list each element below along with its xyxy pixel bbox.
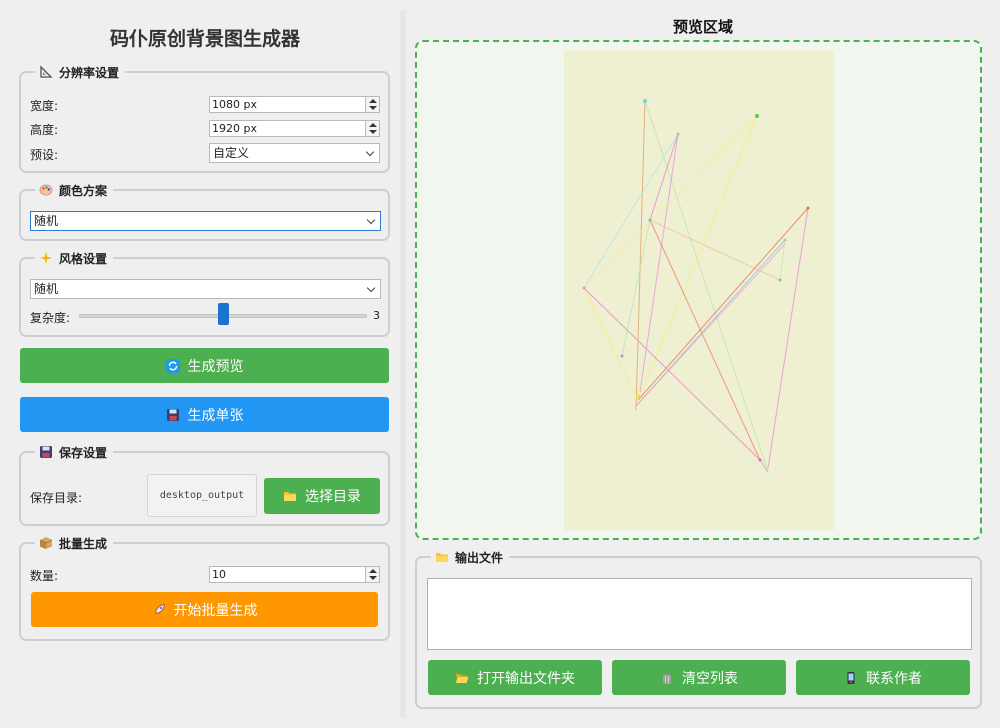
output-files-group-title: 输出文件 — [431, 548, 510, 566]
contact-author-button[interactable]: 联系作者 — [796, 660, 970, 695]
choose-dir-label: 选择目录 — [305, 489, 361, 505]
phone-icon — [847, 671, 855, 684]
refresh-icon — [165, 358, 180, 373]
save-dir-label: 保存目录: — [30, 491, 83, 505]
open-output-folder-label: 打开输出文件夹 — [477, 670, 575, 687]
save-settings-label: 保存设置 — [59, 445, 108, 460]
app-title: 码仆原创背景图生成器 — [109, 28, 300, 50]
start-batch-label: 开始批量生成 — [173, 602, 258, 619]
folder-icon — [436, 553, 448, 562]
batch-count-label: 数量: — [30, 569, 59, 583]
style-value: 随机 — [34, 282, 59, 296]
width-label: 宽度: — [30, 99, 59, 113]
contact-author-label: 联系作者 — [866, 670, 922, 687]
resolution-group-label: 分辨率设置 — [59, 65, 120, 80]
resolution-group: 分辨率设置 宽度: 1080 px 高度: 1920 px 预设: 自定义 — [19, 63, 390, 173]
triangle-ruler-icon — [40, 65, 53, 78]
palette-icon — [39, 184, 53, 196]
style-select[interactable]: 随机 — [30, 279, 381, 299]
complexity-value: 3 — [373, 309, 380, 322]
color-scheme-select[interactable]: 随机 — [30, 211, 381, 231]
trash-icon — [662, 672, 672, 684]
generate-single-label: 生成单张 — [187, 407, 244, 424]
rocket-icon — [153, 603, 165, 615]
color-scheme-label: 颜色方案 — [59, 183, 108, 198]
width-value: 1080 px — [212, 98, 257, 111]
package-icon — [39, 537, 53, 549]
height-value: 1920 px — [212, 122, 257, 135]
height-spinbox[interactable]: 1920 px — [209, 120, 380, 137]
save-dir-display: desktop_output — [147, 474, 257, 517]
output-files-group: 输出文件 打开输出文件夹 清空列表 联系作者 — [415, 548, 982, 709]
batch-count-value: 10 — [212, 568, 226, 581]
style-group: 风格设置 随机 复杂度: 3 — [19, 249, 390, 337]
batch-group-label: 批量生成 — [59, 536, 108, 551]
clear-list-button[interactable]: 清空列表 — [612, 660, 786, 695]
width-spinbox[interactable]: 1080 px — [209, 96, 380, 113]
open-folder-icon — [456, 673, 469, 683]
style-group-title: 风格设置 — [35, 249, 114, 267]
clear-list-label: 清空列表 — [682, 670, 738, 687]
batch-group-title: 批量生成 — [35, 534, 114, 552]
chevron-down-icon — [366, 283, 376, 293]
preview-frame — [415, 40, 982, 540]
preview-canvas — [564, 50, 834, 530]
right-panel: 预览区域 输出文件 打开输出文件夹 清空列表 联系作者 — [406, 0, 1000, 728]
start-batch-button[interactable]: 开始批量生成 — [31, 592, 378, 627]
choose-dir-button[interactable]: 选择目录 — [264, 478, 380, 514]
floppy-disk-icon — [40, 446, 52, 458]
output-files-label: 输出文件 — [455, 550, 504, 565]
save-settings-group: 保存设置 保存目录: desktop_output 选择目录 — [19, 443, 390, 526]
complexity-label: 复杂度: — [30, 311, 71, 325]
preview-title: 预览区域 — [672, 18, 733, 36]
color-scheme-group-title: 颜色方案 — [35, 181, 114, 199]
batch-count-spinbox[interactable]: 10 — [209, 566, 380, 583]
preview-image — [582, 99, 810, 473]
preset-label: 预设: — [30, 148, 59, 162]
open-output-folder-button[interactable]: 打开输出文件夹 — [428, 660, 602, 695]
resolution-group-title: 分辨率设置 — [35, 63, 126, 81]
generate-preview-button[interactable]: 生成预览 — [20, 348, 389, 383]
width-spin-arrows[interactable] — [365, 97, 379, 112]
floppy-disk-icon — [166, 408, 179, 421]
generate-preview-label: 生成预览 — [187, 358, 244, 375]
chevron-down-icon — [366, 215, 376, 225]
complexity-slider-handle[interactable] — [217, 303, 229, 325]
chevron-down-icon — [365, 147, 375, 157]
color-scheme-group: 颜色方案 随机 — [19, 181, 390, 241]
batch-group: 批量生成 数量: 10 开始批量生成 — [19, 534, 390, 641]
preset-value: 自定义 — [213, 146, 250, 160]
batch-count-spin-arrows[interactable] — [365, 567, 379, 582]
folder-icon — [284, 492, 296, 501]
height-spin-arrows[interactable] — [365, 121, 379, 136]
sparkles-icon — [40, 252, 52, 264]
left-panel: 码仆原创背景图生成器 分辨率设置 宽度: 1080 px 高度: 1920 px… — [0, 0, 400, 728]
style-group-label: 风格设置 — [59, 251, 108, 266]
color-scheme-value: 随机 — [34, 214, 59, 228]
height-label: 高度: — [30, 123, 59, 137]
save-settings-group-title: 保存设置 — [35, 443, 114, 461]
save-dir-value: desktop_output — [159, 490, 245, 501]
generate-single-button[interactable]: 生成单张 — [20, 397, 389, 432]
output-file-list[interactable] — [427, 578, 972, 650]
preset-select[interactable]: 自定义 — [209, 143, 380, 163]
